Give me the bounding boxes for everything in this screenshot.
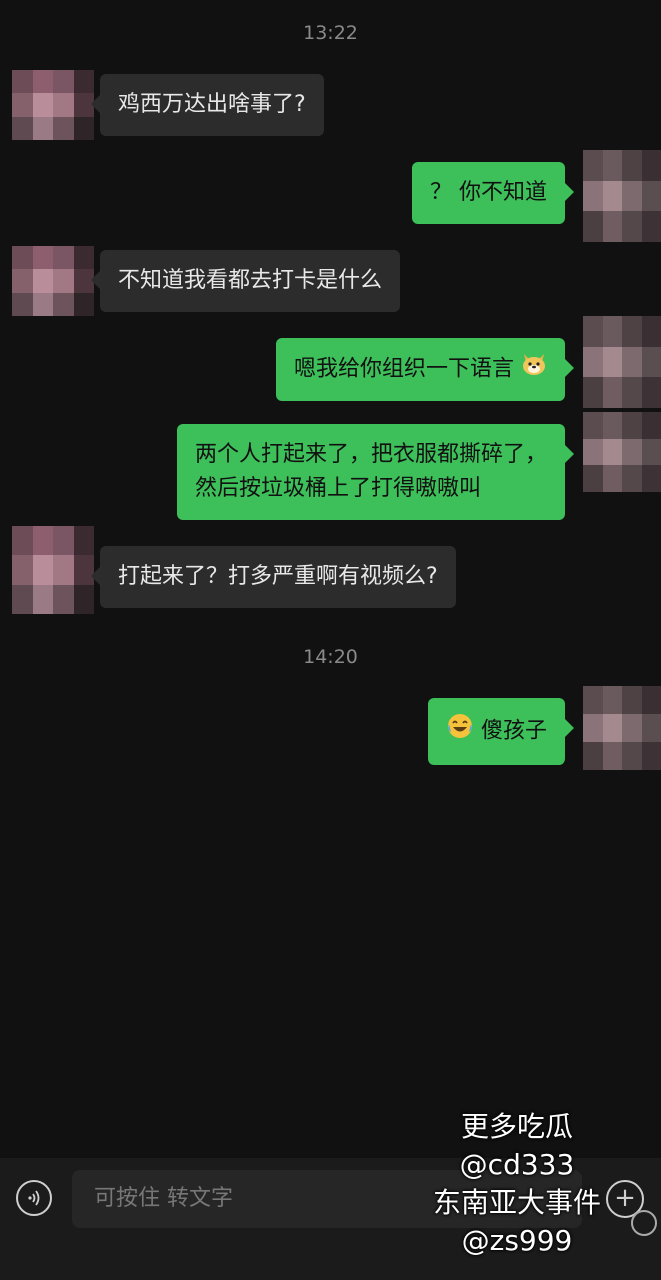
- message-text: 嗯我给你组织一下语言: [293, 356, 514, 382]
- message-bubble-outgoing[interactable]: 嗯我给你组织一下语言: [275, 338, 575, 401]
- message-bubble-incoming[interactable]: 打起来了？打多严重啊有视频么?: [91, 546, 456, 608]
- watermark-line: 东南亚大事件: [432, 1186, 601, 1219]
- message-text: 不知道我看都去打卡是什么: [118, 268, 383, 293]
- watermark-line: @zs999: [461, 1224, 573, 1257]
- my-avatar[interactable]: [583, 412, 661, 492]
- contact-avatar[interactable]: [12, 70, 94, 140]
- my-avatar[interactable]: [583, 150, 661, 242]
- laugh-cry-emoji: [446, 712, 474, 751]
- message-bubble-outgoing[interactable]: 傻孩子: [427, 698, 575, 765]
- contact-avatar[interactable]: [12, 246, 94, 316]
- message-text: 傻孩子: [480, 718, 547, 744]
- message-line: 然后按垃圾桶上了打得嗷嗷叫: [194, 476, 481, 501]
- voice-icon[interactable]: [16, 1180, 52, 1216]
- my-avatar[interactable]: [583, 686, 661, 770]
- message-line: 两个人打起来了，把衣服都撕碎了，: [194, 442, 547, 467]
- message-text: 打起来了？打多严重啊有视频么?: [118, 564, 438, 589]
- watermark: 更多吃瓜 @cd333 东南亚大事件 @zs999: [433, 1108, 601, 1260]
- contact-avatar[interactable]: [12, 526, 94, 614]
- message-text: 鸡西万达出啥事了?: [118, 92, 306, 117]
- message-bubble-incoming[interactable]: 不知道我看都去打卡是什么: [90, 250, 401, 312]
- timestamp: 13:22: [303, 22, 358, 44]
- message-bubble-outgoing[interactable]: ？ 你不知道: [412, 162, 574, 224]
- message-text: ？ 你不知道: [430, 180, 547, 205]
- doge-emoji: [521, 352, 547, 387]
- message-bubble-outgoing[interactable]: 两个人打起来了，把衣服都撕碎了， 然后按垃圾桶上了打得嗷嗷叫: [176, 424, 575, 520]
- watermark-line: @cd333: [459, 1148, 575, 1181]
- timestamp: 14:20: [303, 646, 358, 668]
- watermark-line: 更多吃瓜: [460, 1110, 573, 1143]
- watermark-logo-icon: [631, 1210, 657, 1236]
- my-avatar[interactable]: [583, 316, 661, 408]
- message-bubble-incoming[interactable]: 鸡西万达出啥事了?: [91, 74, 324, 136]
